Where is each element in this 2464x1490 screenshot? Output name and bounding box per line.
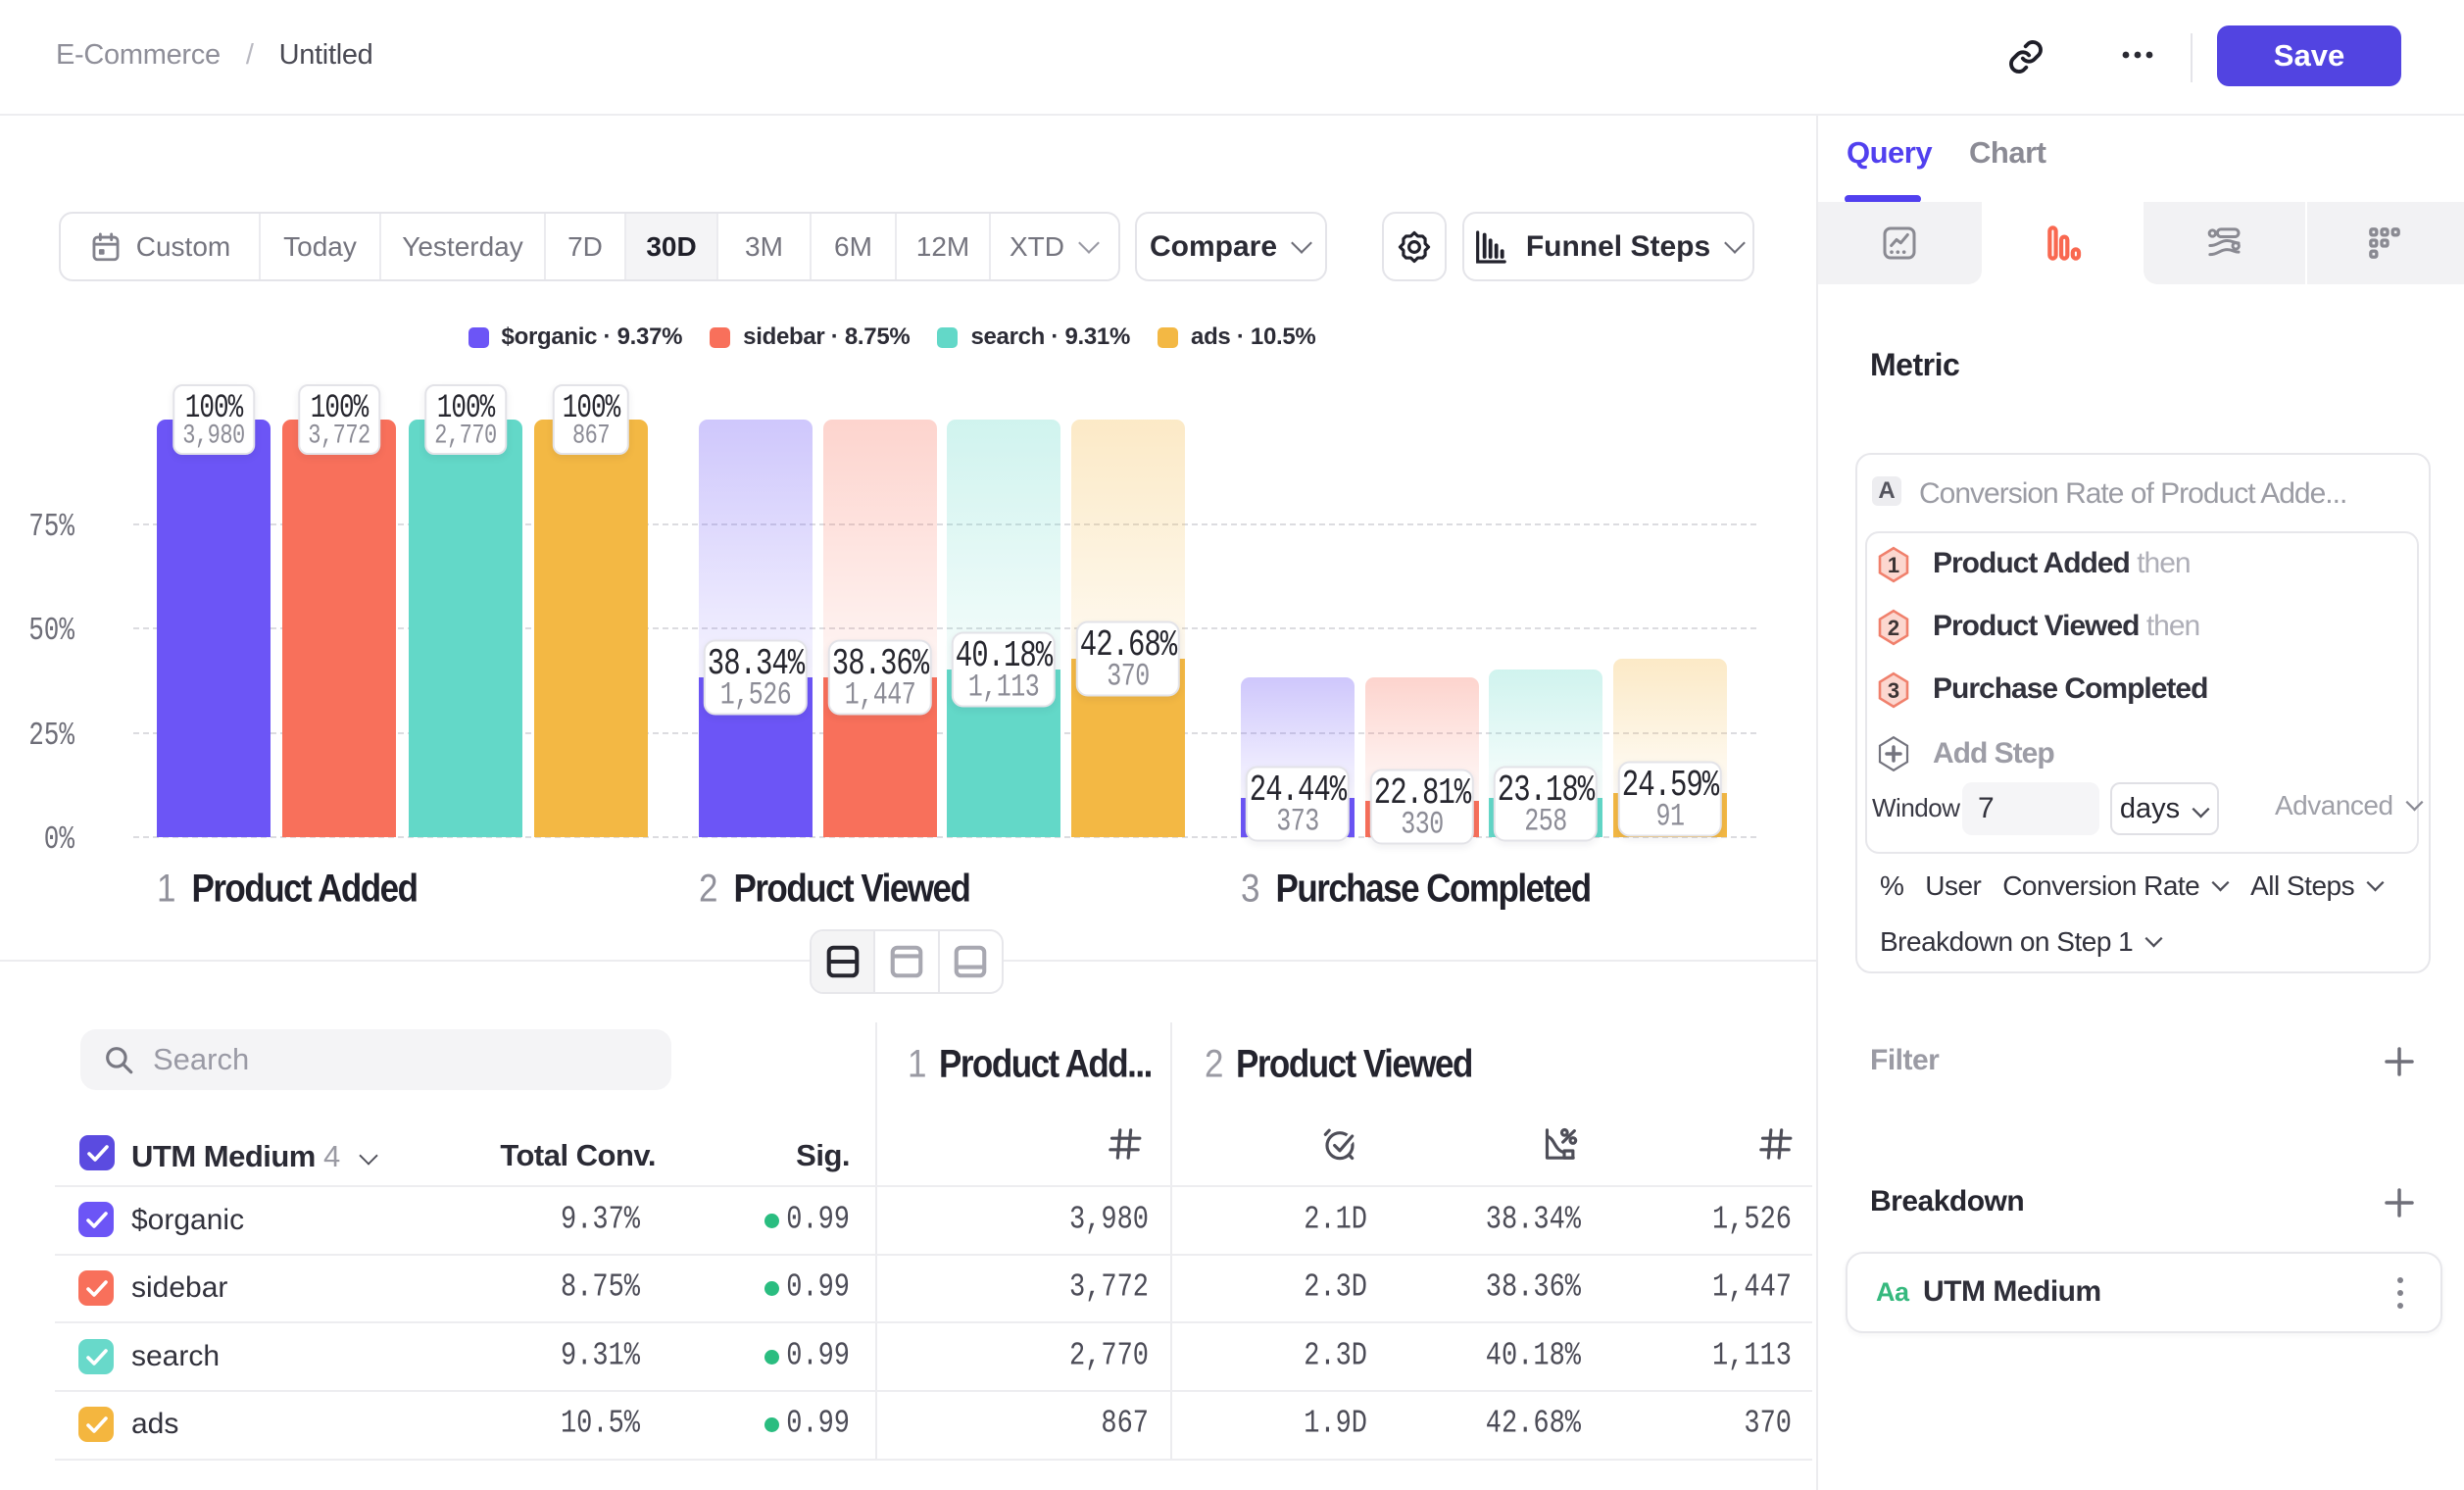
svg-text:1: 1 — [1888, 553, 1899, 577]
svg-text:3: 3 — [1888, 678, 1899, 703]
svg-text:2: 2 — [1888, 616, 1899, 640]
